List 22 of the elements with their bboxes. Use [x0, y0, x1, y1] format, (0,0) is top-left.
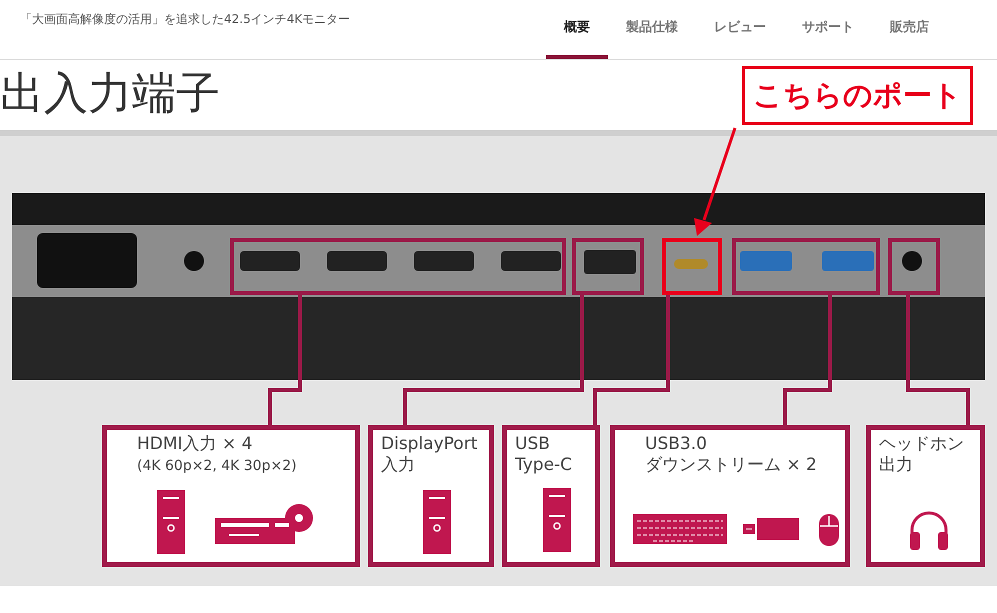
disc-player-icon	[215, 504, 315, 544]
keyboard-icon	[633, 514, 727, 544]
mouse-icon	[819, 514, 839, 546]
page-subtitle: 「大画面高解像度の活用」を追求した42.5インチ4Kモニター	[20, 11, 350, 28]
computer-tower-icon	[543, 488, 571, 552]
nav-tab[interactable]: 製品仕様	[608, 0, 696, 59]
port-note: (4K 60p×2, 4K 30p×2)	[137, 458, 297, 476]
port-label: HDMI入力 × 4	[137, 434, 252, 456]
nav-tab[interactable]: レビュー	[696, 0, 784, 59]
computer-tower-icon	[423, 490, 451, 554]
headphones-icon	[907, 510, 951, 550]
port-label: ヘッドホン 出力	[879, 434, 964, 476]
computer-tower-icon	[157, 490, 185, 554]
usb-stick-icon	[743, 518, 799, 540]
port-label: DisplayPort 入力	[381, 434, 478, 476]
callout-label: こちらのポート	[742, 66, 973, 125]
port-label: USB3.0 ダウンストリーム × 2	[645, 434, 817, 476]
section-title: 出入力端子	[0, 72, 220, 116]
port-label: USB Type-C	[515, 434, 572, 476]
nav-tab[interactable]: 販売店	[872, 0, 947, 59]
nav-tab[interactable]: 概要	[546, 0, 608, 59]
nav-tab[interactable]: サポート	[784, 0, 872, 59]
